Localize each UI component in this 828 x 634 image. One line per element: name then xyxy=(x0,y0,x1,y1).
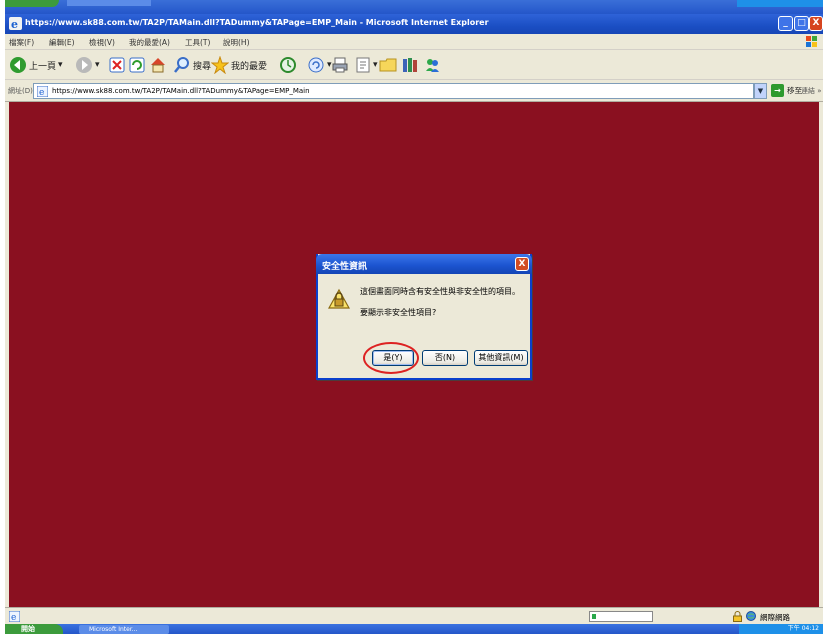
menu-file[interactable]: 檔案(F) xyxy=(9,37,34,48)
forward-button[interactable]: ▾ xyxy=(75,55,100,75)
stop-button[interactable] xyxy=(109,55,125,75)
ie-icon: e xyxy=(9,17,22,30)
refresh-icon xyxy=(129,57,145,73)
minimize-button[interactable]: _ xyxy=(778,16,793,31)
go-label: 移至 xyxy=(787,86,802,95)
highlight-circle-annotation xyxy=(363,342,419,374)
menu-tools[interactable]: 工具(T) xyxy=(185,37,210,48)
svg-text:e: e xyxy=(11,613,16,622)
tray-fragment xyxy=(737,0,823,7)
globe-icon xyxy=(746,611,756,621)
links-button[interactable]: 連結 » xyxy=(801,86,822,96)
ie-page-icon: e xyxy=(37,86,48,97)
top-taskbar-fragment xyxy=(5,0,823,14)
address-url: https://www.sk88.com.tw/TA2P/TAMain.dll?… xyxy=(52,87,310,95)
address-dropdown-button[interactable]: ▼ xyxy=(754,83,767,99)
screen: e https://www.sk88.com.tw/TA2P/TAMain.dl… xyxy=(5,0,823,634)
menu-bar: 檔案(F) 編輯(E) 檢視(V) 我的最愛(A) 工具(T) 說明(H) xyxy=(5,34,823,50)
window-title: https://www.sk88.com.tw/TA2P/TAMain.dll?… xyxy=(25,18,489,27)
dialog-close-button[interactable]: X xyxy=(515,257,529,271)
address-label: 網址(D) xyxy=(8,87,33,95)
page-content: 安全性資訊 X 這個畫面同時含有安全性與非安全性的項目。 要顯示非安全性項目? … xyxy=(5,102,823,607)
star-icon xyxy=(211,56,229,74)
dialog-message-line1: 這個畫面同時含有安全性與非安全性的項目。 xyxy=(360,287,520,296)
start-button-fragment xyxy=(5,0,59,7)
windows-taskbar: 開始 Microsoft Inter... 下午 04:12 xyxy=(5,624,823,634)
stop-icon xyxy=(109,57,125,73)
window-titlebar[interactable]: e https://www.sk88.com.tw/TA2P/TAMain.dl… xyxy=(5,14,823,34)
taskbar-item-ie[interactable]: Microsoft Inter... xyxy=(79,625,169,634)
windows-flag-icon xyxy=(806,36,817,47)
home-button[interactable] xyxy=(149,55,167,75)
edit-document-icon xyxy=(356,57,370,73)
home-icon xyxy=(151,58,165,73)
menu-help[interactable]: 說明(H) xyxy=(223,37,250,48)
menu-edit[interactable]: 編輯(E) xyxy=(49,37,75,48)
warning-lock-icon xyxy=(328,288,350,309)
forward-arrow-icon xyxy=(76,57,92,73)
history-icon xyxy=(280,57,296,73)
security-zone-label: 網際網路 xyxy=(760,613,790,622)
dialog-message-line2: 要顯示非安全性項目? xyxy=(360,308,437,317)
forward-dropdown-icon: ▾ xyxy=(95,60,100,70)
more-info-button[interactable]: 其他資訊(M) xyxy=(474,350,528,366)
svg-text:e: e xyxy=(11,18,18,30)
dialog-title: 安全性資訊 xyxy=(322,262,368,272)
svg-text:e: e xyxy=(39,88,44,97)
menu-view[interactable]: 檢視(V) xyxy=(89,37,115,48)
security-dialog: 安全性資訊 X 這個畫面同時含有安全性與非安全性的項目。 要顯示非安全性項目? … xyxy=(316,254,532,380)
go-arrow-icon: → xyxy=(771,84,784,97)
favorites-button[interactable]: 我的最愛 xyxy=(211,55,267,75)
edit-dropdown-icon: ▾ xyxy=(373,60,378,70)
close-window-button[interactable]: X xyxy=(809,16,823,31)
lock-icon xyxy=(733,611,742,622)
maximize-button[interactable]: □ xyxy=(794,16,809,31)
favorites-label: 我的最愛 xyxy=(231,61,268,72)
mail-icon xyxy=(308,57,324,73)
toolbar: 上一頁 ▾ ▾ 搜尋 我的最愛 ▾ ▾ xyxy=(5,50,823,80)
status-page-icon: e xyxy=(9,611,20,622)
no-button[interactable]: 否(N) xyxy=(422,350,468,366)
status-bar: e 網際網路 xyxy=(5,607,823,624)
print-button[interactable] xyxy=(331,55,349,75)
books-icon xyxy=(403,58,417,72)
messenger-button[interactable] xyxy=(423,55,441,75)
taskbar-item-fragment xyxy=(67,0,151,6)
system-tray-clock: 下午 04:12 xyxy=(739,624,823,634)
go-button[interactable]: → 移至 xyxy=(771,84,802,97)
edit-button[interactable]: ▾ xyxy=(355,55,378,75)
address-bar: 網址(D) e https://www.sk88.com.tw/TA2P/TAM… xyxy=(5,80,823,102)
menu-favorites[interactable]: 我的最愛(A) xyxy=(129,37,170,48)
mail-button[interactable]: ▾ xyxy=(307,55,332,75)
back-arrow-icon xyxy=(10,57,26,73)
messenger-icon xyxy=(426,59,439,72)
progress-bar xyxy=(589,611,653,622)
discuss-button[interactable] xyxy=(379,55,397,75)
back-button[interactable]: 上一頁 ▾ xyxy=(9,55,63,75)
history-button[interactable] xyxy=(279,55,297,75)
dialog-titlebar[interactable]: 安全性資訊 X xyxy=(316,254,532,274)
search-label: 搜尋 xyxy=(193,61,212,72)
address-input[interactable]: e https://www.sk88.com.tw/TA2P/TAMain.dl… xyxy=(33,83,754,99)
folder-icon xyxy=(379,58,397,72)
search-button[interactable]: 搜尋 xyxy=(173,55,211,75)
print-icon xyxy=(332,57,348,73)
research-button[interactable] xyxy=(401,55,419,75)
search-icon xyxy=(174,57,189,73)
back-label: 上一頁 xyxy=(29,61,57,72)
back-dropdown-icon: ▾ xyxy=(58,60,63,70)
start-button[interactable]: 開始 xyxy=(5,624,63,634)
progress-fill xyxy=(592,614,596,619)
refresh-button[interactable] xyxy=(129,55,145,75)
